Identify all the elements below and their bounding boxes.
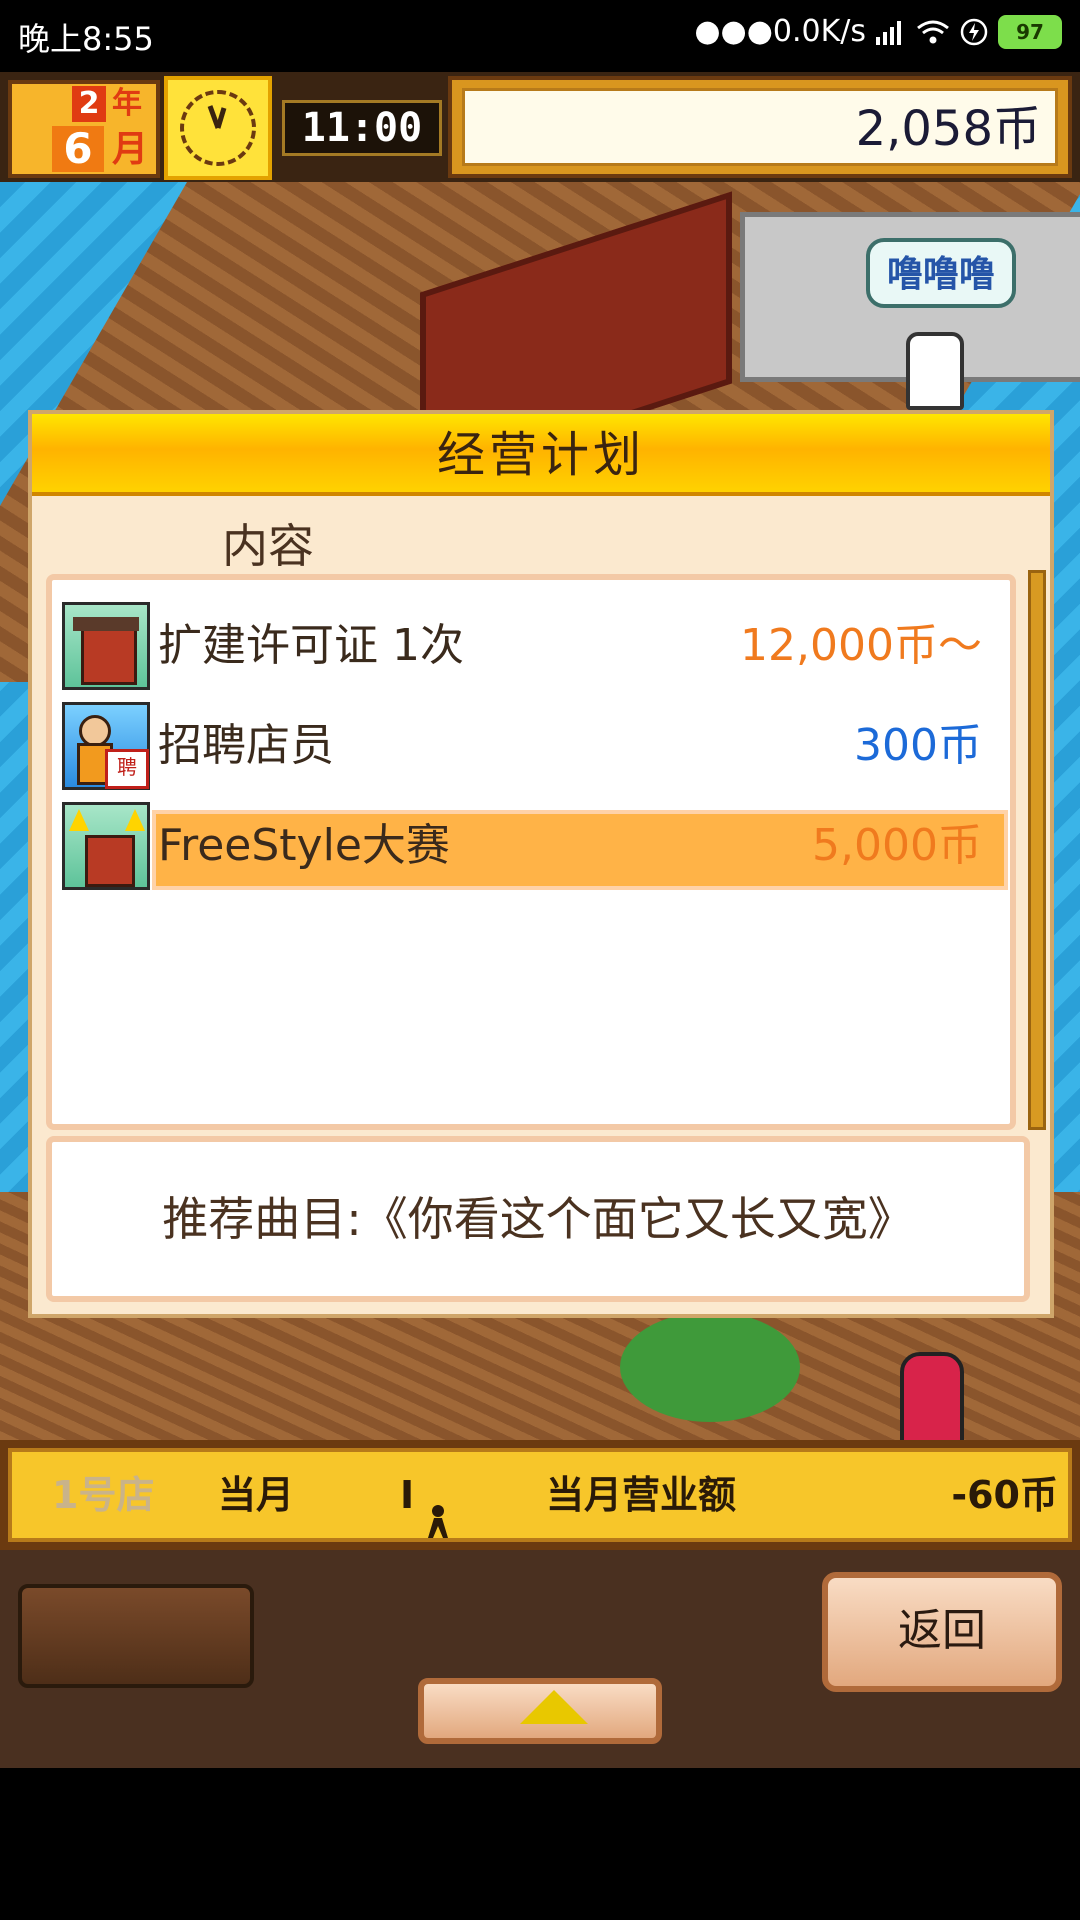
plan-item-freestyle-contest[interactable]: FreeStyle大赛 5,000币	[62, 798, 1008, 894]
monthly-revenue-value: -60币	[951, 1473, 1058, 1517]
bottom-padding	[0, 1768, 1080, 1920]
signal-icon	[876, 20, 901, 45]
money-display: 2,058币	[448, 76, 1072, 178]
recommendation-text: 推荐曲目:《你看这个面它又长又宽》	[162, 1192, 914, 1246]
game-time: 11:00	[282, 100, 442, 156]
money-value: 2,058币	[462, 88, 1058, 166]
month-unit: 月	[112, 129, 149, 170]
clock-icon-box	[164, 76, 272, 180]
network-speed: ●●●0.0K/s	[694, 14, 866, 49]
plan-item-label: FreeStyle大赛	[158, 820, 450, 871]
tree-decoration	[620, 1312, 800, 1422]
business-plan-dialog: 经营计划 内容 扩建许可证 1次 12,000币～ 聘 招聘店员 300币 Fr…	[28, 410, 1054, 1318]
list-scrollbar[interactable]	[1028, 570, 1046, 1130]
status-indicators: ●●●0.0K/s 97	[694, 14, 1062, 49]
wifi-icon	[917, 20, 949, 43]
bottom-controls: 返回	[0, 1550, 1080, 1768]
dialog-header: 经营计划	[32, 414, 1050, 496]
plan-item-price: 5,000币	[812, 820, 982, 871]
clock-icon	[180, 90, 256, 166]
contest-building-icon	[62, 802, 150, 890]
store-info-inner: 1号店 当月 I 当月营业额 -60币	[8, 1448, 1072, 1542]
plan-item-expansion[interactable]: 扩建许可证 1次 12,000币～	[62, 598, 1002, 694]
status-time: 晚上8:55	[18, 20, 154, 58]
chef-character[interactable]	[906, 332, 964, 410]
monthly-revenue-label: 当月营业额	[546, 1473, 737, 1517]
staff-count: I	[400, 1473, 415, 1517]
battery-icon: 97	[998, 14, 1062, 49]
up-arrow-icon	[520, 1690, 588, 1724]
building-icon	[62, 602, 150, 690]
plan-item-price: 12,000币～	[740, 620, 982, 671]
content-column-label: 内容	[222, 519, 314, 573]
customer-character[interactable]	[900, 1352, 964, 1440]
plan-item-label: 招聘店员	[158, 720, 334, 771]
store-number: 1号店	[52, 1473, 155, 1517]
plan-item-hire-staff[interactable]: 聘 招聘店员 300币	[62, 698, 1002, 794]
back-button[interactable]: 返回	[822, 1572, 1062, 1692]
month-number: 6	[52, 126, 104, 172]
current-month-label: 当月	[218, 1473, 295, 1517]
tip-panel: 推荐曲目:《你看这个面它又长又宽》	[46, 1136, 1030, 1302]
plan-list: 扩建许可证 1次 12,000币～ 聘 招聘店员 300币 FreeStyle大…	[46, 574, 1016, 1130]
store-info-bar: 1号店 当月 I 当月营业额 -60币	[0, 1440, 1080, 1550]
plan-item-price: 300币	[854, 720, 982, 771]
expand-menu-button[interactable]	[418, 1678, 662, 1744]
menu-slot-button[interactable]	[18, 1584, 254, 1688]
plan-item-label: 扩建许可证 1次	[158, 620, 464, 671]
year-unit: 年	[112, 86, 142, 121]
speech-bubble: 噜噜噜	[866, 238, 1016, 308]
year-number: 2	[72, 86, 106, 122]
dialog-title: 经营计划	[436, 427, 645, 483]
date-display: 2 年 6 月	[8, 80, 160, 178]
hire-staff-icon: 聘	[62, 702, 150, 790]
charging-icon	[960, 18, 988, 45]
status-bar: 晚上8:55 ●●●0.0K/s 97	[0, 0, 1080, 72]
